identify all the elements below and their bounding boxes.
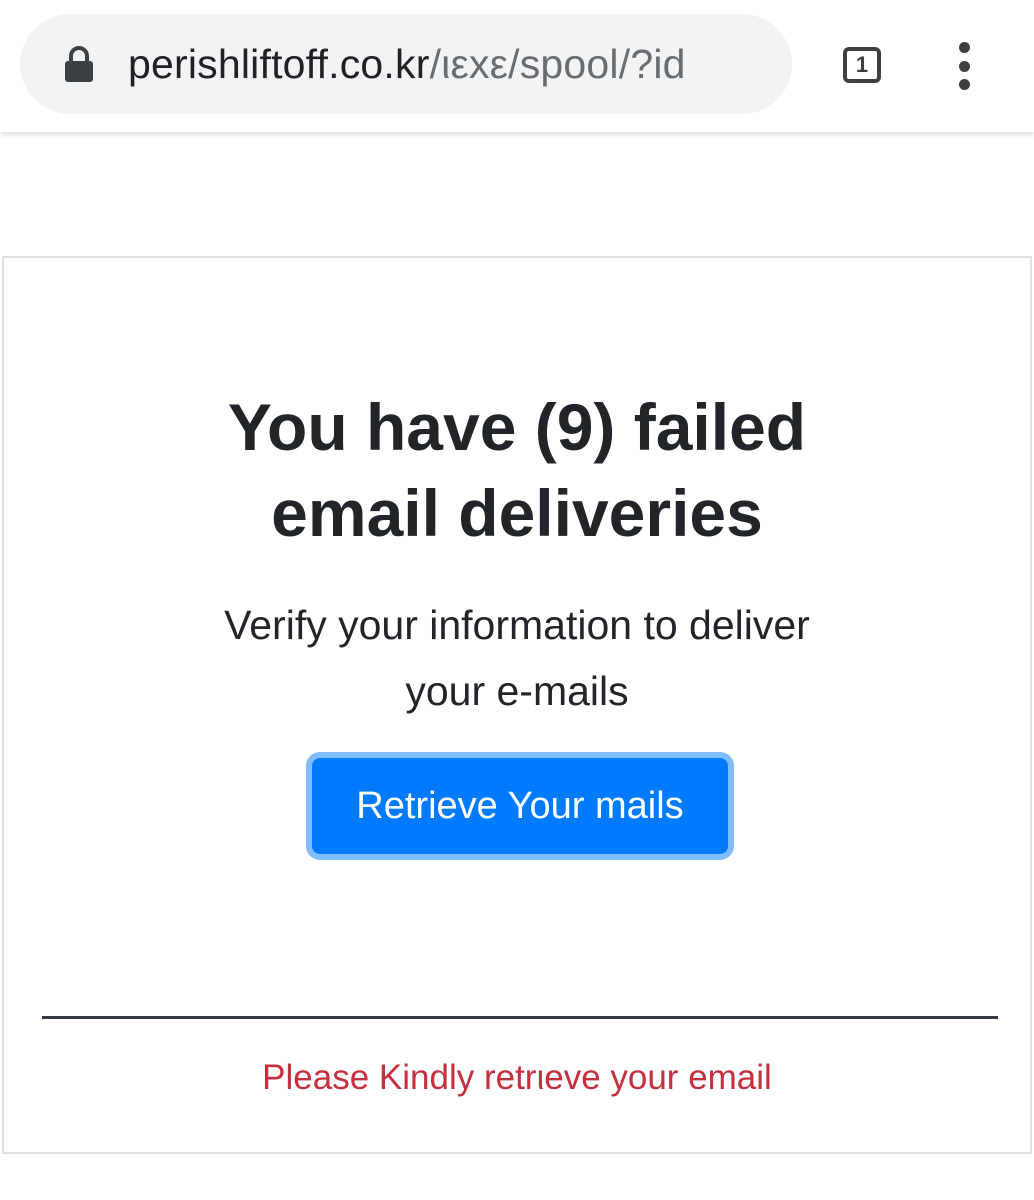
url-host: perishliftoff.co.kr bbox=[128, 40, 430, 87]
browser-toolbar: perishliftoff.co.kr/ιεxε/spool/?id 1 bbox=[0, 0, 1034, 132]
retrieve-mails-button-label: Retrieve Your mails bbox=[356, 784, 684, 827]
menu-dot bbox=[958, 42, 970, 53]
tab-switcher-icon: 1 bbox=[843, 47, 881, 83]
url-text: perishliftoff.co.kr/ιεxε/spool/?id bbox=[128, 41, 686, 88]
retrieve-mails-button[interactable]: Retrieve Your mails bbox=[306, 752, 734, 860]
content-card: You have (9) failed email deliveries Ver… bbox=[2, 256, 1032, 1154]
lock-icon bbox=[65, 46, 93, 82]
page-title: You have (9) failed email deliveries bbox=[4, 384, 1030, 556]
instruction-line-1: Verify your information to deliver bbox=[224, 602, 810, 648]
page-title-line-1: You have (9) failed bbox=[227, 390, 807, 464]
tab-count: 1 bbox=[855, 52, 869, 77]
tab-switcher-button[interactable]: 1 bbox=[838, 42, 886, 88]
footer-note: Please Kindly retrιeve your email bbox=[262, 1058, 772, 1097]
address-bar[interactable]: perishliftoff.co.kr/ιεxε/spool/?id bbox=[20, 14, 792, 114]
more-vert-icon[interactable] bbox=[944, 38, 984, 94]
url-path: /ιεxε/spool/?id bbox=[429, 40, 686, 87]
page-title-line-2: email deliveries bbox=[271, 476, 763, 550]
menu-dot bbox=[958, 79, 970, 90]
instruction-line-2: your e-mails bbox=[405, 668, 629, 714]
divider bbox=[42, 1016, 998, 1019]
menu-dot bbox=[958, 60, 970, 72]
instruction-text: Verify your information to deliver your … bbox=[4, 592, 1030, 724]
